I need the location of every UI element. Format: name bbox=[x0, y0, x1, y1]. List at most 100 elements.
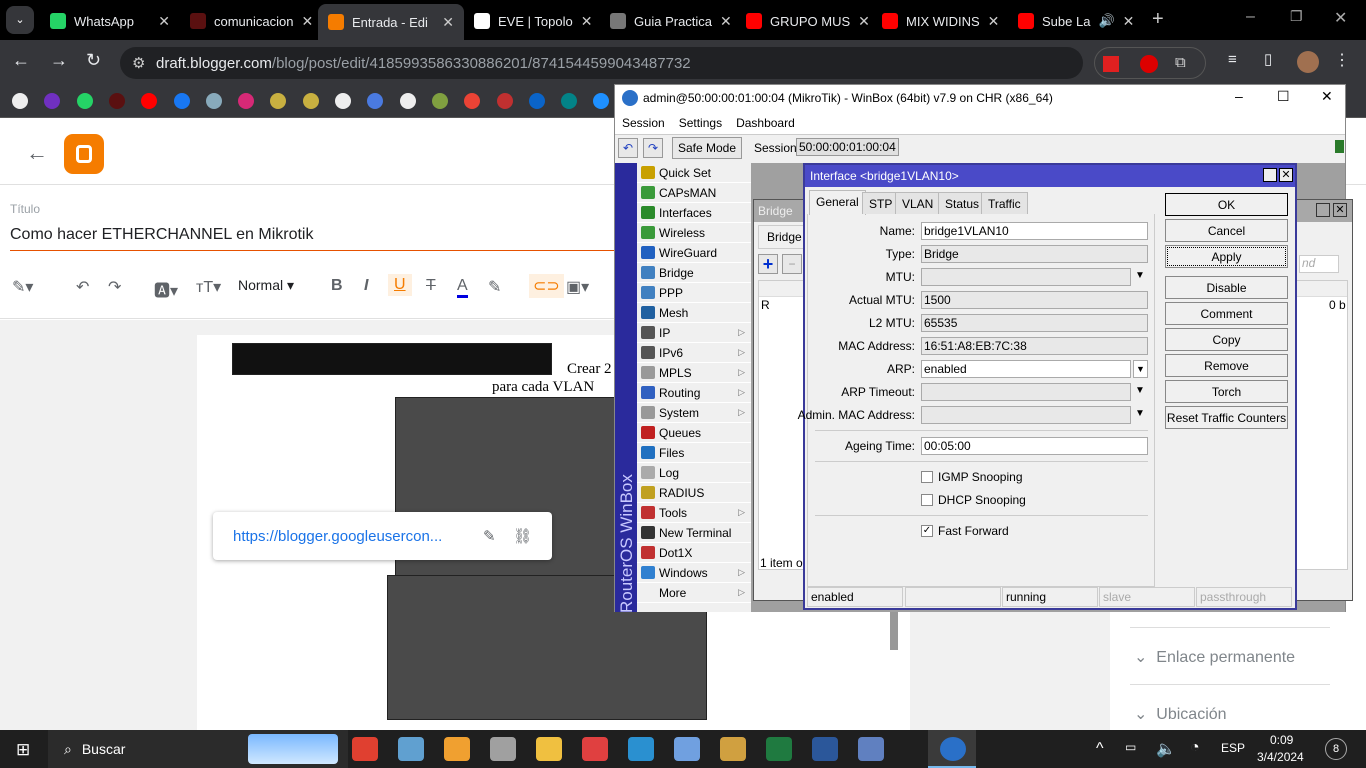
format-dropdown[interactable]: Normal ▾ bbox=[238, 277, 294, 294]
italic-icon[interactable]: I bbox=[364, 277, 368, 295]
bold-icon[interactable]: B bbox=[331, 277, 343, 295]
bookmark-icon[interactable] bbox=[238, 93, 255, 109]
arp-timeout-dropdown-icon[interactable]: ▼ bbox=[1135, 385, 1145, 396]
profile-avatar[interactable] bbox=[1297, 51, 1319, 73]
bookmark-icon[interactable] bbox=[76, 93, 93, 109]
nav-item-tools[interactable]: Tools ▷ bbox=[637, 503, 751, 523]
clock-date[interactable]: 3/4/2024 bbox=[1257, 750, 1304, 764]
name-field[interactable]: bridge1VLAN10 bbox=[921, 222, 1148, 240]
bookmark-icon[interactable] bbox=[496, 93, 513, 109]
taskbar-app-icon[interactable] bbox=[398, 737, 424, 761]
image-icon[interactable]: ▣▾ bbox=[566, 277, 589, 297]
side-panel-icon[interactable]: ▯ bbox=[1264, 50, 1272, 68]
nav-item-more[interactable]: More ▷ bbox=[637, 583, 751, 603]
wifi-icon[interactable]: ◔ bbox=[1190, 739, 1200, 757]
bookmark-icon[interactable] bbox=[173, 93, 190, 109]
winbox-app-icon[interactable] bbox=[940, 737, 966, 761]
tab-status[interactable]: Status bbox=[938, 192, 987, 214]
close-tab-icon[interactable]: ✕ bbox=[581, 13, 593, 30]
nav-item-mesh[interactable]: Mesh bbox=[637, 303, 751, 323]
restore-button[interactable]: ❐ bbox=[1290, 8, 1303, 25]
nav-item-ip[interactable]: IP ▷ bbox=[637, 323, 751, 343]
tab-traffic[interactable]: Traffic bbox=[981, 192, 1028, 214]
font-icon[interactable]: 🅰▾ bbox=[154, 277, 178, 301]
pencil-icon[interactable]: ✎▾ bbox=[12, 277, 33, 297]
battery-icon[interactable]: ▭ bbox=[1125, 740, 1136, 754]
taskbar-app-icon[interactable] bbox=[720, 737, 746, 761]
browser-tab[interactable]: EVE | Topolo ✕ bbox=[464, 6, 600, 36]
bookmark-icon[interactable] bbox=[302, 93, 319, 109]
browser-tab[interactable]: Sube La 🔊 ✕ bbox=[1008, 6, 1143, 36]
notifications-icon[interactable]: 8 bbox=[1325, 738, 1347, 760]
bookmark-icon[interactable] bbox=[108, 93, 125, 109]
nav-item-ppp[interactable]: PPP bbox=[637, 283, 751, 303]
row-flag[interactable]: R bbox=[761, 298, 770, 312]
find-input[interactable]: nd bbox=[1299, 255, 1339, 273]
browser-tab[interactable]: MIX WIDINS ✕ bbox=[872, 6, 1008, 36]
browser-tab[interactable]: GRUPO MUS ✕ bbox=[736, 6, 872, 36]
comment-button[interactable]: Comment bbox=[1165, 302, 1288, 325]
bridge-close-button[interactable]: ✕ bbox=[1333, 203, 1347, 217]
nav-item-wireguard[interactable]: WireGuard bbox=[637, 243, 751, 263]
reset-traffic-counters-button[interactable]: Reset Traffic Counters bbox=[1165, 406, 1288, 429]
ageing-field[interactable]: 00:05:00 bbox=[921, 437, 1148, 455]
highlight-icon[interactable]: ✎ bbox=[488, 277, 501, 297]
dialog-maximize-button[interactable] bbox=[1263, 168, 1277, 182]
tab-stp[interactable]: STP bbox=[862, 192, 900, 214]
dialog-close-button[interactable]: ✕ bbox=[1279, 168, 1293, 182]
close-tab-icon[interactable]: ✕ bbox=[988, 13, 1000, 30]
mtu-field[interactable] bbox=[921, 268, 1131, 286]
tab-general[interactable]: General bbox=[809, 190, 866, 215]
mtu-dropdown-icon[interactable]: ▼ bbox=[1135, 270, 1145, 281]
safe-mode-button[interactable]: Safe Mode bbox=[672, 137, 742, 159]
minimize-button[interactable]: – bbox=[1246, 8, 1255, 26]
volume-icon[interactable]: 🔈 bbox=[1156, 739, 1176, 759]
location-section[interactable]: ⌄ Ubicación bbox=[1134, 704, 1227, 724]
nav-item-wireless[interactable]: Wireless bbox=[637, 223, 751, 243]
underline-icon[interactable]: U bbox=[388, 274, 412, 296]
add-button[interactable]: + bbox=[758, 254, 778, 274]
menu-dashboard[interactable]: Dashboard bbox=[736, 116, 795, 130]
link-url[interactable]: https://blogger.googleusercon... bbox=[233, 528, 442, 545]
bridge-maximize-button[interactable] bbox=[1316, 203, 1330, 217]
maximize-button[interactable]: ☐ bbox=[1277, 88, 1290, 105]
taskbar-app-icon[interactable] bbox=[582, 737, 608, 761]
nav-item-interfaces[interactable]: Interfaces bbox=[637, 203, 751, 223]
nav-item-bridge[interactable]: Bridge bbox=[637, 263, 751, 283]
permalink-section[interactable]: ⌄ Enlace permanente bbox=[1134, 647, 1295, 667]
browser-tab[interactable]: Entrada - Edi ✕ bbox=[318, 4, 464, 40]
bookmark-icon[interactable] bbox=[431, 93, 448, 109]
nav-item-new-terminal[interactable]: New Terminal bbox=[637, 523, 751, 543]
unlink-icon[interactable]: ⛓ bbox=[513, 527, 532, 545]
redo-icon[interactable]: ↷ bbox=[108, 277, 121, 297]
close-button[interactable]: ✕ bbox=[1321, 88, 1333, 105]
close-window-button[interactable]: ✕ bbox=[1334, 8, 1347, 28]
bookmark-icon[interactable] bbox=[561, 93, 578, 109]
taskbar-app-icon[interactable] bbox=[352, 737, 378, 761]
screenshot-image[interactable] bbox=[232, 343, 552, 375]
menu-icon[interactable]: ⋮ bbox=[1334, 50, 1350, 70]
nav-item-mpls[interactable]: MPLS ▷ bbox=[637, 363, 751, 383]
taskbar-app-icon[interactable] bbox=[812, 737, 838, 761]
arp-field[interactable]: enabled bbox=[921, 360, 1131, 378]
taskbar-app-icon[interactable] bbox=[766, 737, 792, 761]
bookmark-icon[interactable] bbox=[335, 93, 351, 109]
nav-item-dot1x[interactable]: Dot1X bbox=[637, 543, 751, 563]
apply-button[interactable]: Apply bbox=[1165, 245, 1288, 268]
dhcp-snooping-checkbox[interactable]: DHCP Snooping bbox=[921, 493, 1026, 507]
torch-button[interactable]: Torch bbox=[1165, 380, 1288, 403]
fast-forward-checkbox[interactable]: ✓ Fast Forward bbox=[921, 524, 1009, 538]
close-tab-icon[interactable]: ✕ bbox=[442, 14, 454, 31]
strikethrough-icon[interactable]: T bbox=[426, 277, 436, 295]
puzzle-icon[interactable]: ⧉ bbox=[1175, 54, 1186, 71]
clock-time[interactable]: 0:09 bbox=[1270, 733, 1293, 747]
taskbar-app-icon[interactable] bbox=[628, 737, 654, 761]
admin-mac-dropdown-icon[interactable]: ▼ bbox=[1135, 408, 1145, 419]
tab-vlan[interactable]: VLAN bbox=[895, 192, 941, 214]
bookmark-icon[interactable] bbox=[528, 93, 545, 109]
nav-item-quick-set[interactable]: Quick Set bbox=[637, 163, 751, 183]
font-size-icon[interactable]: ᴛT▾ bbox=[196, 277, 221, 297]
close-tab-icon[interactable]: ✕ bbox=[720, 13, 732, 30]
close-tab-icon[interactable]: ✕ bbox=[158, 13, 170, 30]
remove-button[interactable]: − bbox=[782, 254, 802, 274]
